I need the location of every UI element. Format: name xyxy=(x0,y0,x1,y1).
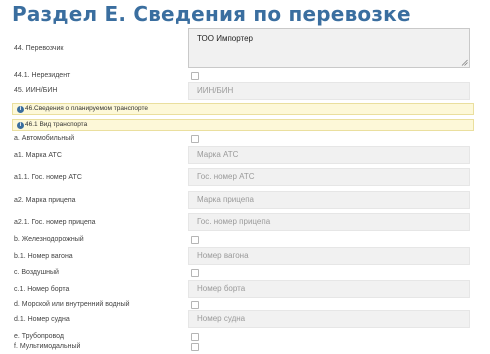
trailer-brand-input[interactable]: Марка прицепа xyxy=(188,191,470,209)
trailer-number-label: а2.1. Гос. номер прицепа xyxy=(14,219,96,226)
vehicle-number-label: а1.1. Гос. номер АТС xyxy=(14,174,82,181)
resize-handle-icon[interactable] xyxy=(461,59,468,66)
info-icon: i xyxy=(17,122,24,129)
vehicle-number-input[interactable]: Гос. номер АТС xyxy=(188,168,470,186)
carrier-value: ТОО Импортер xyxy=(197,34,253,43)
water-label: d. Морской или внутренний водный xyxy=(14,301,130,308)
flight-number-input[interactable]: Номер борта xyxy=(188,280,470,298)
auto-label: а. Автомобильный xyxy=(14,135,75,142)
carrier-textarea[interactable]: ТОО Импортер xyxy=(188,28,470,68)
iin-label: 45. ИИН/БИН xyxy=(14,87,58,94)
water-checkbox[interactable] xyxy=(191,301,199,309)
info-icon: i xyxy=(17,106,24,113)
pipeline-label: e. Трубопровод xyxy=(14,333,65,340)
info-planned-transport: i 46.Сведения о планируемом транспорте xyxy=(12,103,474,115)
wagon-number-input[interactable]: Номер вагона xyxy=(188,247,470,265)
nonresident-checkbox[interactable] xyxy=(191,72,199,80)
air-checkbox[interactable] xyxy=(191,269,199,277)
auto-checkbox[interactable] xyxy=(191,135,199,143)
nonresident-label: 44.1. Нерезидент xyxy=(14,72,71,79)
info-type-text: 46.1 Вид транспорта xyxy=(25,121,88,128)
multimodal-label: f. Мультимодальный xyxy=(14,343,81,350)
multimodal-checkbox[interactable] xyxy=(191,343,199,351)
info-planned-text: 46.Сведения о планируемом транспорте xyxy=(25,105,148,112)
rail-label: b. Железнодорожный xyxy=(14,236,84,243)
vehicle-brand-label: а1. Марка АТС xyxy=(14,152,62,159)
vessel-number-label: d.1. Номер судна xyxy=(14,316,70,323)
info-transport-type: i 46.1 Вид транспорта xyxy=(12,119,474,131)
trailer-number-input[interactable]: Гос. номер прицепа xyxy=(188,213,470,231)
air-label: c. Воздушный xyxy=(14,269,59,276)
vehicle-brand-input[interactable]: Марка АТС xyxy=(188,146,470,164)
trailer-brand-label: а2. Марка прицепа xyxy=(14,197,76,204)
wagon-number-label: b.1. Номер вагона xyxy=(14,253,73,260)
flight-number-label: c.1. Номер борта xyxy=(14,286,70,293)
vessel-number-input[interactable]: Номер судна xyxy=(188,310,470,328)
pipeline-checkbox[interactable] xyxy=(191,333,199,341)
iin-input[interactable]: ИИН/БИН xyxy=(188,82,470,100)
carrier-label: 44. Перевозчик xyxy=(14,45,64,52)
section-title: Раздел Е. Сведения по перевозке xyxy=(12,2,411,26)
rail-checkbox[interactable] xyxy=(191,236,199,244)
